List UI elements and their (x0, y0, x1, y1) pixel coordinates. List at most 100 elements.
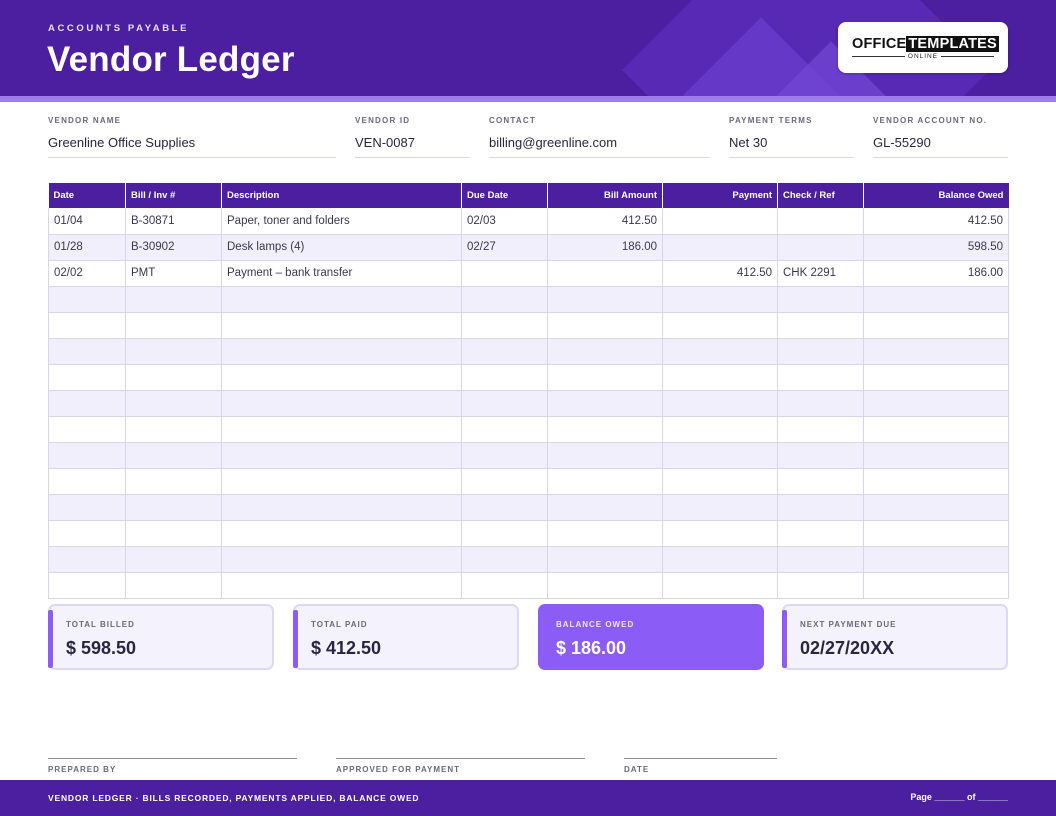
cell-date[interactable] (48, 286, 126, 313)
cell-bill-inv[interactable] (125, 338, 222, 365)
cell-date[interactable] (48, 572, 126, 599)
cell-payment[interactable]: 412.50 (662, 260, 778, 287)
cell-bill-inv[interactable] (125, 468, 222, 495)
cell-description[interactable] (221, 390, 462, 417)
cell-date[interactable]: 02/02 (48, 260, 126, 287)
cell-bill-amount[interactable] (547, 338, 663, 365)
cell-date[interactable] (48, 364, 126, 391)
cell-description[interactable] (221, 572, 462, 599)
cell-payment[interactable] (662, 338, 778, 365)
cell-check-ref[interactable] (777, 442, 864, 469)
cell-bill-amount[interactable]: 412.50 (547, 208, 663, 235)
cell-bill-inv[interactable]: PMT (125, 260, 222, 287)
cell-payment[interactable] (662, 416, 778, 443)
cell-description[interactable]: Paper, toner and folders (221, 208, 462, 235)
cell-check-ref[interactable] (777, 364, 864, 391)
cell-due-date[interactable] (461, 520, 548, 547)
cell-bill-amount[interactable] (547, 546, 663, 573)
cell-bill-amount[interactable] (547, 260, 663, 287)
cell-bill-amount[interactable] (547, 494, 663, 521)
vendor-name-value[interactable]: Greenline Office Supplies (48, 135, 195, 150)
cell-due-date[interactable] (461, 312, 548, 339)
cell-due-date[interactable] (461, 416, 548, 443)
cell-due-date[interactable] (461, 286, 548, 313)
vendor-id-field[interactable]: VENDOR ID VEN-0087 (355, 116, 470, 158)
cell-payment[interactable] (662, 494, 778, 521)
cell-check-ref[interactable] (777, 390, 864, 417)
cell-bill-amount[interactable] (547, 442, 663, 469)
cell-check-ref[interactable]: CHK 2291 (777, 260, 864, 287)
cell-balance-owed[interactable]: 598.50 (863, 234, 1009, 261)
cell-payment[interactable] (662, 286, 778, 313)
cell-date[interactable] (48, 312, 126, 339)
cell-payment[interactable] (662, 364, 778, 391)
cell-balance-owed[interactable] (863, 494, 1009, 521)
cell-bill-inv[interactable] (125, 520, 222, 547)
cell-description[interactable] (221, 520, 462, 547)
cell-due-date[interactable] (461, 572, 548, 599)
cell-date[interactable]: 01/28 (48, 234, 126, 261)
cell-due-date[interactable] (461, 442, 548, 469)
cell-bill-amount[interactable] (547, 312, 663, 339)
cell-check-ref[interactable] (777, 286, 864, 313)
cell-bill-inv[interactable] (125, 312, 222, 339)
payment-terms-value[interactable]: Net 30 (729, 135, 767, 150)
cell-payment[interactable] (662, 442, 778, 469)
cell-date[interactable] (48, 468, 126, 495)
cell-check-ref[interactable] (777, 338, 864, 365)
cell-description[interactable] (221, 416, 462, 443)
cell-due-date[interactable] (461, 546, 548, 573)
cell-bill-amount[interactable] (547, 468, 663, 495)
cell-bill-amount[interactable]: 186.00 (547, 234, 663, 261)
cell-description[interactable] (221, 442, 462, 469)
cell-check-ref[interactable] (777, 468, 864, 495)
cell-balance-owed[interactable] (863, 286, 1009, 313)
prepared-by-line[interactable] (48, 758, 297, 759)
cell-balance-owed[interactable] (863, 416, 1009, 443)
cell-check-ref[interactable] (777, 546, 864, 573)
date-line[interactable] (624, 758, 777, 759)
cell-check-ref[interactable] (777, 234, 864, 261)
cell-balance-owed[interactable] (863, 338, 1009, 365)
cell-description[interactable] (221, 546, 462, 573)
cell-check-ref[interactable] (777, 312, 864, 339)
cell-date[interactable] (48, 442, 126, 469)
account-no-value[interactable]: GL-55290 (873, 135, 931, 150)
cell-bill-inv[interactable] (125, 390, 222, 417)
account-no-field[interactable]: VENDOR ACCOUNT NO. GL-55290 (873, 116, 1008, 158)
cell-bill-inv[interactable] (125, 494, 222, 521)
cell-bill-inv[interactable] (125, 364, 222, 391)
cell-description[interactable] (221, 338, 462, 365)
cell-balance-owed[interactable] (863, 364, 1009, 391)
cell-balance-owed[interactable]: 412.50 (863, 208, 1009, 235)
cell-balance-owed[interactable]: 186.00 (863, 260, 1009, 287)
cell-due-date[interactable] (461, 364, 548, 391)
cell-balance-owed[interactable] (863, 572, 1009, 599)
cell-balance-owed[interactable] (863, 442, 1009, 469)
cell-description[interactable] (221, 286, 462, 313)
cell-date[interactable] (48, 416, 126, 443)
cell-payment[interactable] (662, 468, 778, 495)
cell-bill-inv[interactable] (125, 286, 222, 313)
cell-bill-amount[interactable] (547, 572, 663, 599)
cell-check-ref[interactable] (777, 416, 864, 443)
cell-check-ref[interactable] (777, 572, 864, 599)
cell-due-date[interactable] (461, 338, 548, 365)
cell-balance-owed[interactable] (863, 312, 1009, 339)
contact-field[interactable]: CONTACT billing@greenline.com (489, 116, 710, 158)
cell-date[interactable] (48, 494, 126, 521)
cell-bill-amount[interactable] (547, 520, 663, 547)
cell-description[interactable] (221, 468, 462, 495)
cell-date[interactable] (48, 338, 126, 365)
cell-bill-amount[interactable] (547, 390, 663, 417)
vendor-id-value[interactable]: VEN-0087 (355, 135, 415, 150)
cell-bill-amount[interactable] (547, 416, 663, 443)
cell-payment[interactable] (662, 234, 778, 261)
cell-date[interactable] (48, 520, 126, 547)
approved-line[interactable] (336, 758, 585, 759)
cell-date[interactable]: 01/04 (48, 208, 126, 235)
contact-value[interactable]: billing@greenline.com (489, 135, 617, 150)
cell-due-date[interactable] (461, 468, 548, 495)
cell-description[interactable] (221, 364, 462, 391)
cell-description[interactable] (221, 494, 462, 521)
